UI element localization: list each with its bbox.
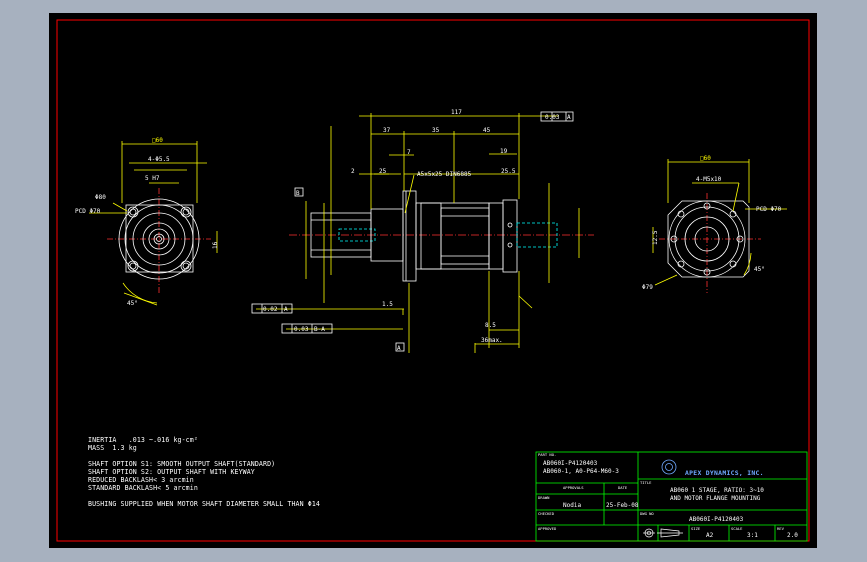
checked-label: CHECKED xyxy=(538,511,555,516)
datum-a-ref: A xyxy=(567,114,571,121)
dim-pcd-right: PCD Φ70 xyxy=(756,206,782,213)
dim-dia80: Φ80 xyxy=(95,194,106,201)
title-line-2: AND MOTOR FLANGE MOUNTING xyxy=(670,495,761,502)
part-no-line-2: AB060-1, A0-P64-M60-3 xyxy=(543,468,619,475)
dim-dia79: Φ79 xyxy=(642,284,653,291)
rev-label: REV xyxy=(777,526,784,531)
datum-a-label: A xyxy=(397,345,401,352)
date-label: DATE xyxy=(618,485,628,490)
drawn-label: DRAWN xyxy=(538,495,550,500)
dim-7: 7 xyxy=(407,149,411,156)
dim-35: 35 xyxy=(432,127,440,134)
perp-value: 0.02 xyxy=(263,306,278,313)
dim-sq-right: □60 xyxy=(700,155,711,162)
drawn-by: Nodia xyxy=(563,502,582,509)
dim-sq-left: □60 xyxy=(152,137,163,144)
dim-thread-left: 5 H7 xyxy=(145,175,160,182)
dim-25: 25 xyxy=(379,168,387,175)
size-value: A2 xyxy=(706,532,714,539)
runout-datum: B-A xyxy=(314,326,325,333)
dim-25-5: 25.5 xyxy=(501,168,516,175)
runout-value: 0.03 xyxy=(294,326,309,333)
projection-symbol xyxy=(643,528,683,538)
note-bushing: BUSHING SUPPLIED WHEN MOTOR SHAFT DIAMET… xyxy=(88,500,320,508)
dim-dia16: 16 xyxy=(212,241,219,249)
size-label: SIZE xyxy=(691,526,701,531)
part-no-line-1: AB060I-P4120403 xyxy=(543,460,598,467)
company-name: APEX DYNAMICS, INC. xyxy=(685,469,764,477)
left-end-view xyxy=(89,141,218,306)
title-line-1: AB060 1 STAGE, RATIO: 3~10 xyxy=(670,487,764,494)
dim-angle-left: 45° xyxy=(127,300,138,307)
scale-label: SCALE xyxy=(731,526,743,531)
title-label: TITLE xyxy=(640,480,652,485)
dim-holes-left: 4-Φ5.5 xyxy=(148,156,170,163)
dim-key: A5x5x25 DIN6885 xyxy=(417,171,472,178)
dim-2: 2 xyxy=(351,168,355,175)
company-logo xyxy=(661,459,677,475)
dim-8-5: 8.5 xyxy=(485,322,496,329)
approvals-label: APPROVALS xyxy=(563,485,584,490)
note-mass: MASS 1.3 kg xyxy=(88,444,137,452)
dwg-no-label: DWG NO xyxy=(640,511,654,516)
drawn-date: 25-Feb-08 xyxy=(606,502,639,509)
dim-19: 19 xyxy=(500,148,508,155)
rev-value: 2.0 xyxy=(787,532,798,539)
dim-36max: 36max. xyxy=(481,337,503,344)
dim-overall: 117 xyxy=(451,109,462,116)
dim-holes-right: 4-M5x10 xyxy=(696,176,722,183)
dim-12-5: 12.5 xyxy=(652,230,659,245)
approved-label: APPROVED xyxy=(538,526,557,531)
note-standard-backlash: STANDARD BACKLASH< 5 arcmin xyxy=(88,484,198,492)
datum-b-label: B xyxy=(296,190,300,197)
scale-value: 3:1 xyxy=(747,532,758,539)
drawing-sheet: □60 4-Φ5.5 5 H7 Φ80 PCD Φ70 16 45° 117 3… xyxy=(49,13,817,548)
dwg-no: AB060I-P4120403 xyxy=(689,516,744,523)
perp-datum: A xyxy=(284,306,288,313)
part-no-label: PART NO. xyxy=(538,452,557,457)
dim-37: 37 xyxy=(383,127,391,134)
dim-pcd-left: PCD Φ70 xyxy=(75,208,101,215)
dim-45: 45 xyxy=(483,127,491,134)
flatness-value: 0.03 xyxy=(545,114,560,121)
dim-angle-right: 45° xyxy=(754,266,765,273)
dim-1-5: 1.5 xyxy=(382,301,393,308)
side-view xyxy=(251,111,594,353)
